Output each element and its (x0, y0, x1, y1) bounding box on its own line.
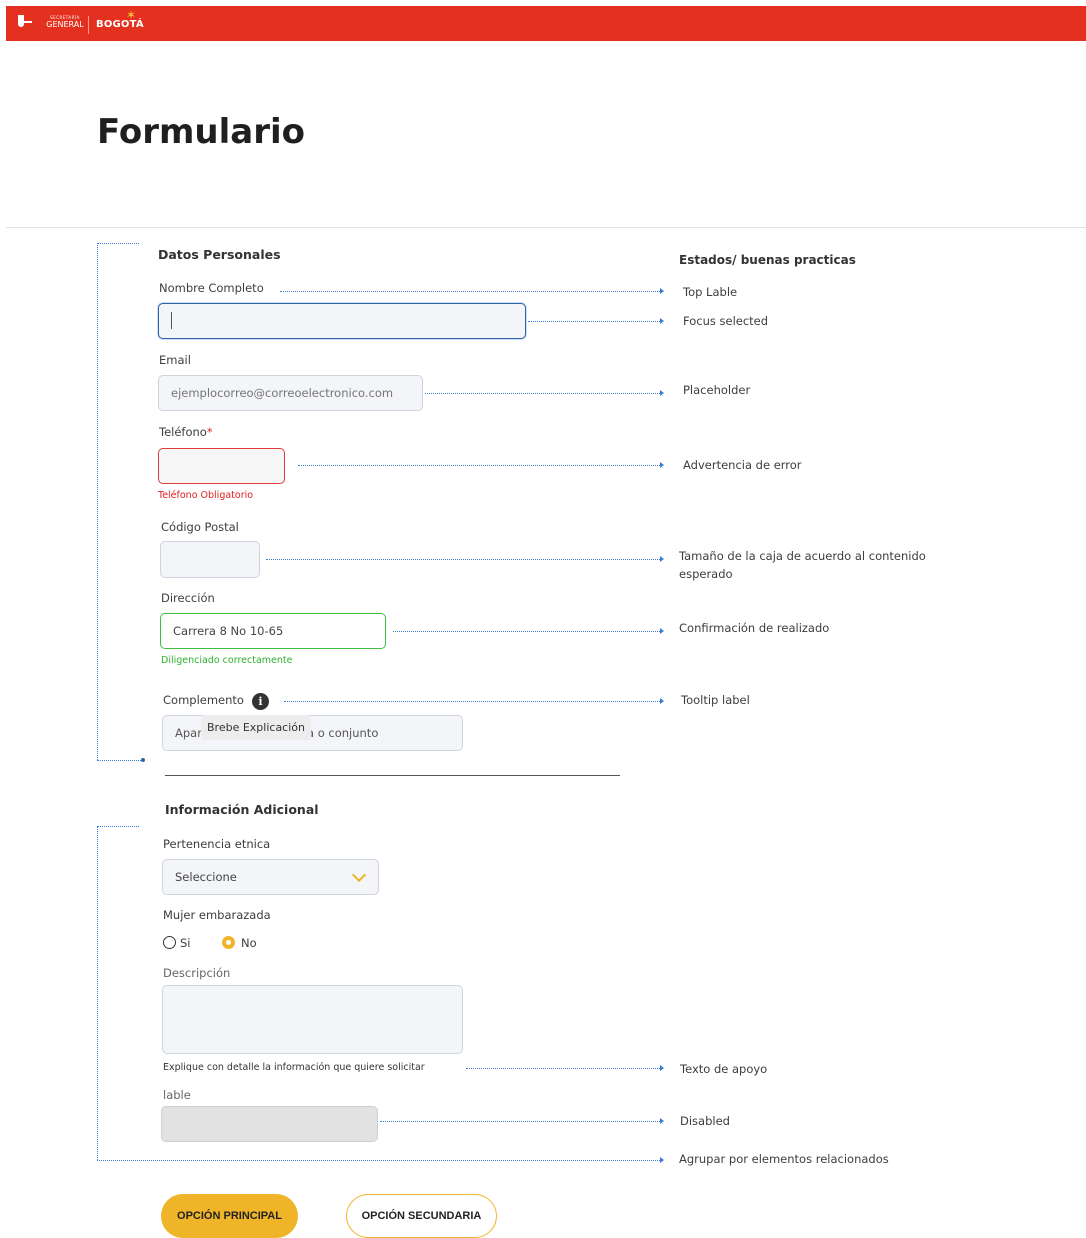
note-support: Texto de apoyo (680, 1062, 768, 1076)
guide-arrow (660, 698, 664, 704)
address-success-text: Diligenciado correctamente (161, 655, 293, 666)
chevron-down-icon (351, 867, 367, 883)
note-tooltip: Tooltip label (681, 693, 750, 707)
guide-line (425, 393, 660, 394)
text-caret (171, 312, 172, 329)
complement-label: Complemento (163, 693, 244, 707)
note-placeholder: Placeholder (683, 383, 751, 397)
complement-placeholder-start: Apar (175, 726, 202, 740)
logo-divider (88, 16, 89, 34)
radio-no[interactable] (222, 936, 235, 949)
email-input[interactable] (158, 375, 423, 411)
guide-arrow (660, 318, 664, 324)
description-label: Descripción (163, 966, 231, 980)
address-input[interactable] (160, 613, 386, 649)
top-bar: SECRETARÍA GENERAL BOGOTÁ ✶ (6, 6, 1086, 41)
phone-label-text: Teléfono (159, 425, 207, 439)
guide-line (284, 701, 660, 702)
note-disabled: Disabled (680, 1114, 730, 1128)
logo-secretaria: SECRETARÍA GENERAL (44, 14, 86, 29)
description-textarea[interactable] (162, 985, 463, 1054)
guide-line (393, 631, 660, 632)
group-bracket-side (97, 243, 98, 760)
note-focus: Focus selected (683, 314, 769, 328)
complement-placeholder-end: sa o conjunto (301, 726, 379, 740)
guide-arrow (660, 1065, 664, 1071)
guide-arrow (660, 390, 664, 396)
postal-label: Código Postal (161, 520, 239, 534)
guide-arrow (660, 1157, 664, 1163)
pregnant-label: Mujer embarazada (163, 908, 271, 922)
required-mark: * (206, 425, 213, 439)
disabled-label: lable (163, 1088, 191, 1102)
logo-bogota: BOGOTÁ (96, 19, 144, 30)
address-label: Dirección (161, 591, 215, 605)
info-icon[interactable]: i (252, 693, 269, 710)
guide-arrow (660, 288, 664, 294)
guide-line (466, 1068, 660, 1069)
note-size-line2: esperado (679, 567, 733, 581)
note-group: Agrupar por elementos relacionados (679, 1152, 889, 1166)
section-title-additional: Información Adicional (165, 802, 319, 817)
phone-label: Teléfono* (159, 425, 213, 439)
ethnic-select[interactable]: Seleccione (162, 859, 379, 895)
note-confirm: Confirmación de realizado (679, 621, 830, 635)
bogota-shield-icon (18, 12, 32, 30)
logo-line2: GENERAL (46, 20, 84, 29)
page-title: Formulario (97, 112, 305, 152)
group-bracket-bottom (97, 1160, 660, 1161)
note-error: Advertencia de error (683, 458, 802, 472)
radio-yes-label: Si (180, 936, 191, 950)
group-bracket-top (97, 826, 139, 827)
ethnic-label: Pertenencia etnica (163, 837, 271, 851)
group-bracket-dot (141, 758, 145, 762)
guide-line (266, 559, 660, 560)
tooltip-bubble: Brebe Explicación (201, 715, 311, 740)
header-divider (6, 227, 1086, 228)
star-icon: ✶ (126, 8, 137, 22)
notes-heading: Estados/ buenas practicas (679, 253, 856, 267)
section-title-personal: Datos Personales (158, 247, 281, 262)
disabled-input (161, 1106, 378, 1142)
name-label: Nombre Completo (159, 281, 264, 295)
group-bracket-bottom (97, 760, 141, 761)
guide-line (528, 321, 660, 322)
description-helper-text: Explique con detalle la información que … (163, 1062, 425, 1073)
guide-arrow (660, 556, 664, 562)
radio-no-label: No (241, 936, 257, 950)
guide-line (380, 1121, 660, 1122)
group-bracket-top (97, 243, 139, 244)
postal-input[interactable] (160, 541, 260, 578)
email-label: Email (159, 353, 191, 367)
radio-yes[interactable] (163, 936, 176, 949)
section-divider (165, 775, 620, 776)
guide-arrow (660, 1118, 664, 1124)
guide-arrow (660, 462, 664, 468)
secondary-button[interactable]: OPCIÓN SECUNDARIA (346, 1194, 497, 1238)
guide-line (298, 465, 660, 466)
group-bracket-side (97, 826, 98, 1160)
phone-error-text: Teléfono Obligatorio (158, 490, 254, 501)
note-top-label: Top Lable (683, 285, 738, 299)
primary-button[interactable]: OPCIÓN PRINCIPAL (161, 1194, 298, 1238)
guide-arrow (660, 628, 664, 634)
ethnic-select-value: Seleccione (175, 870, 237, 884)
phone-input[interactable] (158, 448, 285, 484)
guide-line (280, 291, 660, 292)
name-input[interactable] (158, 303, 526, 339)
note-size-line1: Tamaño de la caja de acuerdo al contenid… (679, 549, 926, 563)
